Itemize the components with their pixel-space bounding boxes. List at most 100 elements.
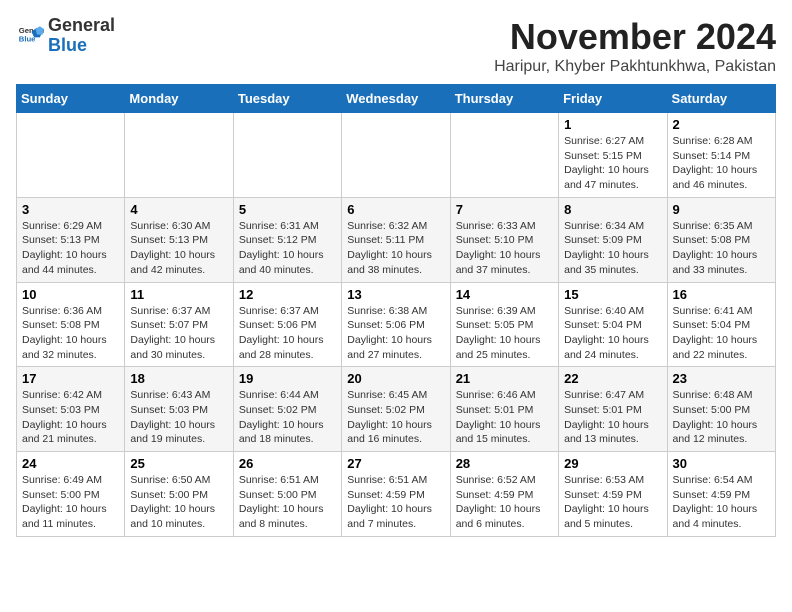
day-number: 6 [347, 202, 444, 217]
calendar-day-cell: 19 Sunrise: 6:44 AM Sunset: 5:02 PM Dayli… [233, 367, 341, 452]
calendar-header-row: SundayMondayTuesdayWednesdayThursdayFrid… [17, 85, 776, 113]
day-info: Sunrise: 6:40 AM Sunset: 5:04 PM Dayligh… [564, 304, 661, 363]
day-number: 14 [456, 287, 553, 302]
day-number: 26 [239, 456, 336, 471]
month-title: November 2024 [494, 16, 776, 58]
day-info: Sunrise: 6:27 AM Sunset: 5:15 PM Dayligh… [564, 134, 661, 193]
day-number: 18 [130, 371, 227, 386]
day-number: 21 [456, 371, 553, 386]
day-info: Sunrise: 6:41 AM Sunset: 5:04 PM Dayligh… [673, 304, 770, 363]
calendar-day-cell: 7 Sunrise: 6:33 AM Sunset: 5:10 PM Daylig… [450, 197, 558, 282]
day-number: 25 [130, 456, 227, 471]
calendar-day-cell: 8 Sunrise: 6:34 AM Sunset: 5:09 PM Daylig… [559, 197, 667, 282]
weekday-header-thursday: Thursday [450, 85, 558, 113]
day-info: Sunrise: 6:51 AM Sunset: 5:00 PM Dayligh… [239, 473, 336, 532]
day-info: Sunrise: 6:53 AM Sunset: 4:59 PM Dayligh… [564, 473, 661, 532]
calendar-day-cell: 16 Sunrise: 6:41 AM Sunset: 5:04 PM Dayli… [667, 282, 775, 367]
weekday-header-saturday: Saturday [667, 85, 775, 113]
calendar-day-cell: 27 Sunrise: 6:51 AM Sunset: 4:59 PM Dayli… [342, 452, 450, 537]
day-info: Sunrise: 6:34 AM Sunset: 5:09 PM Dayligh… [564, 219, 661, 278]
day-info: Sunrise: 6:31 AM Sunset: 5:12 PM Dayligh… [239, 219, 336, 278]
calendar-day-cell: 15 Sunrise: 6:40 AM Sunset: 5:04 PM Dayli… [559, 282, 667, 367]
calendar-week-row: 24 Sunrise: 6:49 AM Sunset: 5:00 PM Dayli… [17, 452, 776, 537]
day-number: 19 [239, 371, 336, 386]
calendar-day-cell: 5 Sunrise: 6:31 AM Sunset: 5:12 PM Daylig… [233, 197, 341, 282]
calendar-day-cell [450, 113, 558, 198]
day-info: Sunrise: 6:51 AM Sunset: 4:59 PM Dayligh… [347, 473, 444, 532]
day-number: 4 [130, 202, 227, 217]
day-info: Sunrise: 6:33 AM Sunset: 5:10 PM Dayligh… [456, 219, 553, 278]
calendar-day-cell [17, 113, 125, 198]
day-number: 22 [564, 371, 661, 386]
calendar-day-cell: 4Sunrise: 6:30 AM Sunset: 5:13 PM Daylig… [125, 197, 233, 282]
day-number: 29 [564, 456, 661, 471]
day-number: 27 [347, 456, 444, 471]
day-number: 7 [456, 202, 553, 217]
day-number: 15 [564, 287, 661, 302]
day-info: Sunrise: 6:49 AM Sunset: 5:00 PM Dayligh… [22, 473, 119, 532]
calendar-day-cell [342, 113, 450, 198]
calendar-day-cell: 20Sunrise: 6:45 AM Sunset: 5:02 PM Dayli… [342, 367, 450, 452]
day-number: 1 [564, 117, 661, 132]
day-info: Sunrise: 6:44 AM Sunset: 5:02 PM Dayligh… [239, 388, 336, 447]
calendar-day-cell: 25Sunrise: 6:50 AM Sunset: 5:00 PM Dayli… [125, 452, 233, 537]
logo: General Blue General Blue [16, 16, 115, 56]
day-info: Sunrise: 6:42 AM Sunset: 5:03 PM Dayligh… [22, 388, 119, 447]
location-subtitle: Haripur, Khyber Pakhtunkhwa, Pakistan [494, 58, 776, 76]
weekday-header-friday: Friday [559, 85, 667, 113]
day-info: Sunrise: 6:54 AM Sunset: 4:59 PM Dayligh… [673, 473, 770, 532]
weekday-header-wednesday: Wednesday [342, 85, 450, 113]
day-number: 2 [673, 117, 770, 132]
day-info: Sunrise: 6:35 AM Sunset: 5:08 PM Dayligh… [673, 219, 770, 278]
day-number: 3 [22, 202, 119, 217]
weekday-header-sunday: Sunday [17, 85, 125, 113]
calendar-day-cell: 17 Sunrise: 6:42 AM Sunset: 5:03 PM Dayli… [17, 367, 125, 452]
day-number: 24 [22, 456, 119, 471]
calendar-day-cell: 30 Sunrise: 6:54 AM Sunset: 4:59 PM Dayli… [667, 452, 775, 537]
day-number: 13 [347, 287, 444, 302]
day-info: Sunrise: 6:38 AM Sunset: 5:06 PM Dayligh… [347, 304, 444, 363]
page-header: General Blue General Blue November 2024 … [16, 16, 776, 76]
calendar-day-cell: 26 Sunrise: 6:51 AM Sunset: 5:00 PM Dayli… [233, 452, 341, 537]
calendar-day-cell: 18Sunrise: 6:43 AM Sunset: 5:03 PM Dayli… [125, 367, 233, 452]
day-number: 30 [673, 456, 770, 471]
calendar-day-cell: 24 Sunrise: 6:49 AM Sunset: 5:00 PM Dayli… [17, 452, 125, 537]
day-number: 12 [239, 287, 336, 302]
day-number: 9 [673, 202, 770, 217]
calendar-day-cell: 1 Sunrise: 6:27 AM Sunset: 5:15 PM Daylig… [559, 113, 667, 198]
day-info: Sunrise: 6:28 AM Sunset: 5:14 PM Dayligh… [673, 134, 770, 193]
calendar-day-cell: 10Sunrise: 6:36 AM Sunset: 5:08 PM Dayli… [17, 282, 125, 367]
logo-icon: General Blue [16, 22, 44, 50]
day-info: Sunrise: 6:52 AM Sunset: 4:59 PM Dayligh… [456, 473, 553, 532]
calendar-day-cell: 12 Sunrise: 6:37 AM Sunset: 5:06 PM Dayli… [233, 282, 341, 367]
weekday-header-monday: Monday [125, 85, 233, 113]
title-block: November 2024 Haripur, Khyber Pakhtunkhw… [494, 16, 776, 76]
calendar-week-row: 1 Sunrise: 6:27 AM Sunset: 5:15 PM Daylig… [17, 113, 776, 198]
calendar-day-cell: 3Sunrise: 6:29 AM Sunset: 5:13 PM Daylig… [17, 197, 125, 282]
day-info: Sunrise: 6:37 AM Sunset: 5:07 PM Dayligh… [130, 304, 227, 363]
day-number: 23 [673, 371, 770, 386]
calendar-day-cell: 29 Sunrise: 6:53 AM Sunset: 4:59 PM Dayli… [559, 452, 667, 537]
day-number: 11 [130, 287, 227, 302]
day-number: 16 [673, 287, 770, 302]
day-number: 5 [239, 202, 336, 217]
calendar-week-row: 3Sunrise: 6:29 AM Sunset: 5:13 PM Daylig… [17, 197, 776, 282]
calendar-week-row: 17 Sunrise: 6:42 AM Sunset: 5:03 PM Dayli… [17, 367, 776, 452]
weekday-header-tuesday: Tuesday [233, 85, 341, 113]
day-info: Sunrise: 6:39 AM Sunset: 5:05 PM Dayligh… [456, 304, 553, 363]
day-number: 8 [564, 202, 661, 217]
calendar-week-row: 10Sunrise: 6:36 AM Sunset: 5:08 PM Dayli… [17, 282, 776, 367]
calendar-table: SundayMondayTuesdayWednesdayThursdayFrid… [16, 84, 776, 537]
calendar-day-cell [233, 113, 341, 198]
calendar-day-cell: 23 Sunrise: 6:48 AM Sunset: 5:00 PM Dayli… [667, 367, 775, 452]
calendar-day-cell: 28Sunrise: 6:52 AM Sunset: 4:59 PM Dayli… [450, 452, 558, 537]
calendar-day-cell [125, 113, 233, 198]
day-number: 17 [22, 371, 119, 386]
calendar-day-cell: 14 Sunrise: 6:39 AM Sunset: 5:05 PM Dayli… [450, 282, 558, 367]
day-info: Sunrise: 6:45 AM Sunset: 5:02 PM Dayligh… [347, 388, 444, 447]
day-info: Sunrise: 6:37 AM Sunset: 5:06 PM Dayligh… [239, 304, 336, 363]
logo-blue-text: Blue [48, 35, 87, 55]
calendar-day-cell: 11 Sunrise: 6:37 AM Sunset: 5:07 PM Dayli… [125, 282, 233, 367]
calendar-day-cell: 2 Sunrise: 6:28 AM Sunset: 5:14 PM Daylig… [667, 113, 775, 198]
day-info: Sunrise: 6:48 AM Sunset: 5:00 PM Dayligh… [673, 388, 770, 447]
